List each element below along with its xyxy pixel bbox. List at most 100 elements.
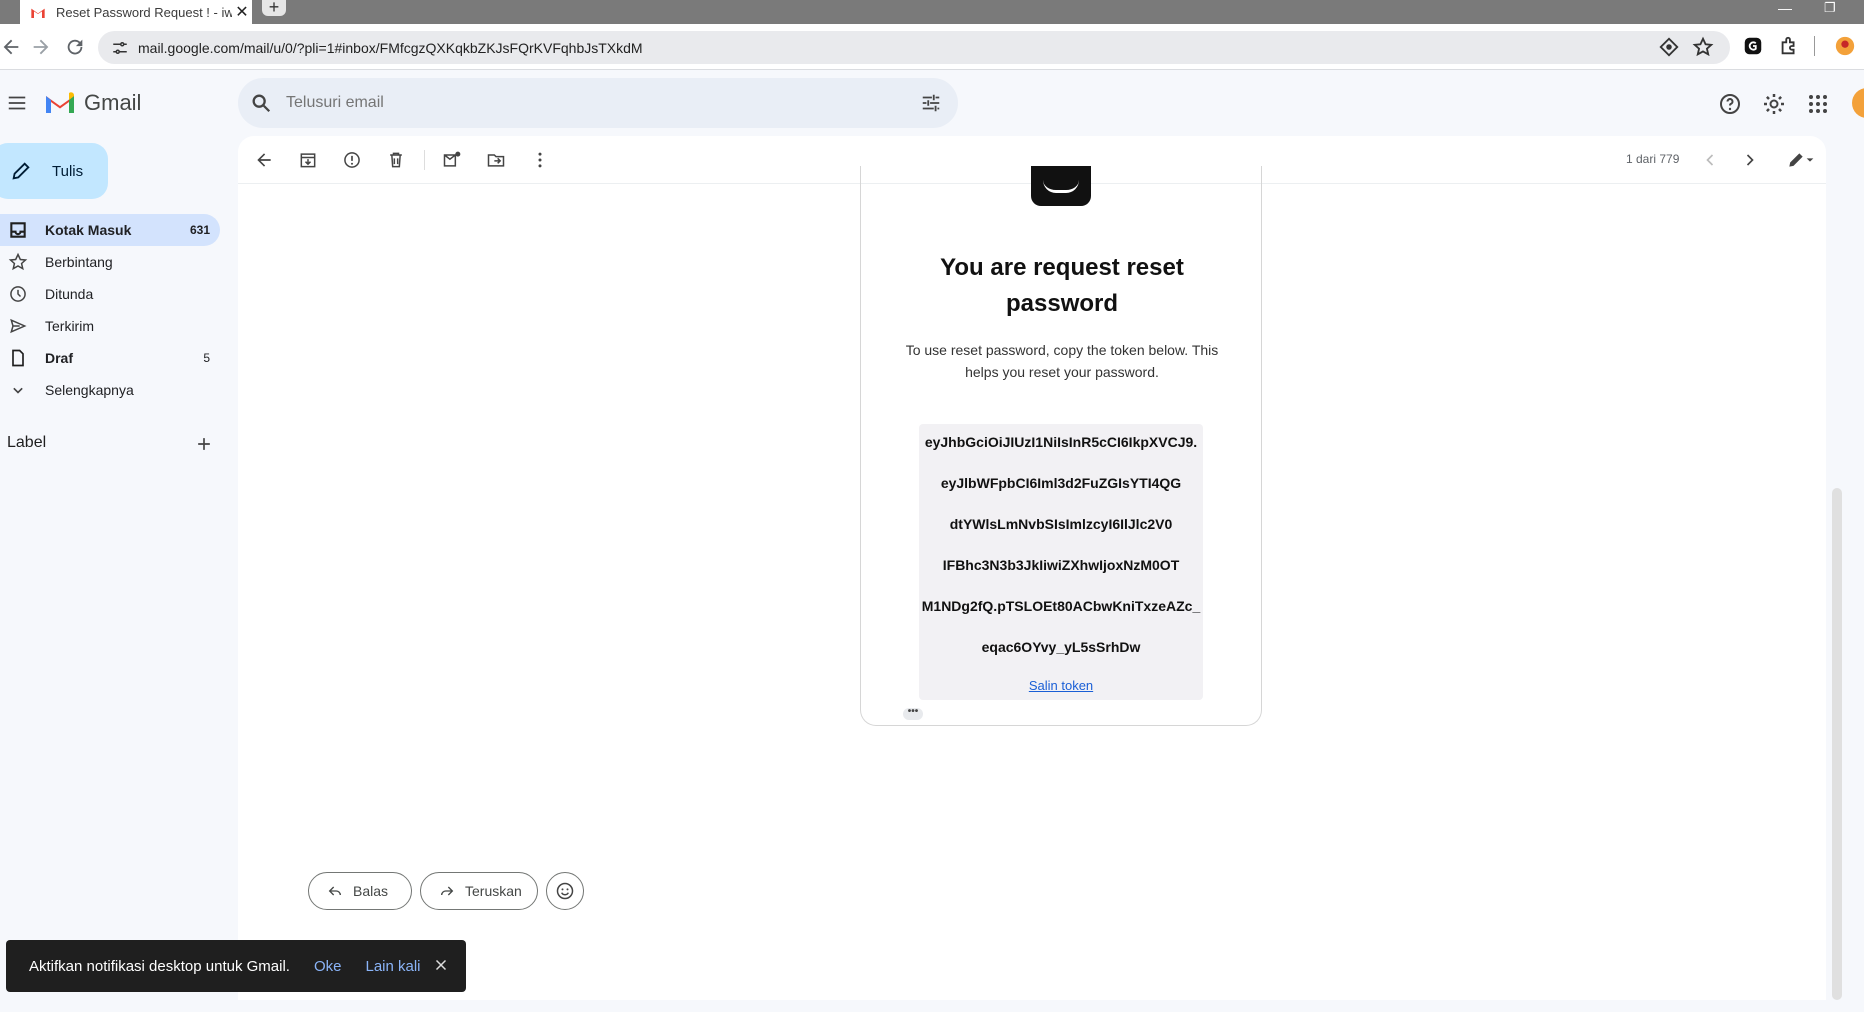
inbox-icon xyxy=(10,222,26,238)
gmail-header: Gmail xyxy=(0,70,1864,136)
search-options-icon[interactable] xyxy=(920,92,942,114)
send-icon xyxy=(10,318,27,334)
url-text: mail.google.com/mail/u/0/?pli=1#inbox/FM… xyxy=(138,39,643,56)
draft-count: 5 xyxy=(203,351,210,365)
compose-button[interactable]: Tulis xyxy=(0,143,108,199)
token-box: eyJhbGciOiJIUzI1NiIsInR5cCI6IkpXVCJ9. ey… xyxy=(919,424,1203,700)
page-counter: 1 dari 779 xyxy=(1626,152,1680,166)
apps-grid-icon[interactable] xyxy=(1806,92,1830,116)
sidebar-item-drafts[interactable]: Draf 5 xyxy=(0,342,220,374)
search-icon[interactable] xyxy=(250,92,272,114)
forward-arrow-icon[interactable] xyxy=(30,36,52,58)
email-heading-line1: You are request reset xyxy=(940,254,1184,281)
labels-header: Label xyxy=(7,434,47,451)
copy-token-link[interactable]: Salin token xyxy=(919,678,1203,693)
sidebar-item-label: Berbintang xyxy=(45,254,113,270)
emoji-react-button[interactable] xyxy=(546,872,584,910)
sidebar-item-label: Kotak Masuk xyxy=(45,222,132,238)
scrollbar[interactable] xyxy=(1832,488,1842,1000)
action-divider xyxy=(424,150,425,170)
sidebar-item-label: Draf xyxy=(45,350,74,366)
smiley-icon xyxy=(556,882,574,900)
archive-icon[interactable] xyxy=(298,150,318,170)
back-arrow-icon[interactable] xyxy=(0,36,22,58)
new-tab-button[interactable]: + xyxy=(262,0,286,16)
toolbar-divider xyxy=(1814,36,1815,56)
mark-unread-icon[interactable] xyxy=(442,150,462,170)
pencil-icon xyxy=(12,162,30,180)
snackbar-later-button[interactable]: Lain kali xyxy=(365,958,420,975)
profile-avatar-icon[interactable] xyxy=(1834,35,1856,57)
extensions-puzzle-icon[interactable] xyxy=(1778,35,1800,57)
token-line: M1NDg2fQ.pTSLOEt80ACbwKniTxzeAZc_ xyxy=(921,598,1201,614)
account-avatar[interactable] xyxy=(1852,88,1864,118)
search-input[interactable] xyxy=(286,94,886,112)
close-icon[interactable] xyxy=(432,956,450,974)
tab-title: Reset Password Request ! - iww xyxy=(56,4,232,20)
reply-arrow-icon xyxy=(328,886,341,896)
settings-gear-icon[interactable] xyxy=(1762,92,1786,116)
bookmark-star-icon[interactable] xyxy=(1692,36,1714,58)
compose-label: Tulis xyxy=(52,162,84,180)
newer-chevron-left-icon[interactable] xyxy=(1700,150,1720,170)
show-trimmed-content-button[interactable]: ••• xyxy=(903,707,923,720)
window-maximize-icon[interactable]: ❐ xyxy=(1824,0,1836,16)
tracking-protection-icon[interactable] xyxy=(1658,36,1680,58)
sidebar-item-label: Ditunda xyxy=(45,286,94,302)
reply-label: Balas xyxy=(353,883,389,899)
forward-label: Teruskan xyxy=(465,883,522,899)
clock-icon xyxy=(10,286,26,302)
token-line: eqac6OYvy_yL5sSrhDw xyxy=(981,639,1141,655)
brand-logo-icon xyxy=(1031,166,1091,206)
sidebar-item-sent[interactable]: Terkirim xyxy=(0,310,220,342)
gmail-logo[interactable]: Gmail xyxy=(44,90,141,116)
token-line: eyJlbWFpbCI6Iml3d2FuZGIsYTI4QG xyxy=(940,475,1182,491)
browser-tab[interactable]: Reset Password Request ! - iww ✕ xyxy=(20,0,252,24)
more-options-icon[interactable] xyxy=(530,150,550,170)
email-description: To use reset password, copy the token be… xyxy=(905,342,1219,380)
draft-file-icon xyxy=(12,349,24,367)
sidebar-item-starred[interactable]: Berbintang xyxy=(0,246,220,278)
search-bar[interactable] xyxy=(238,78,958,128)
sidebar-item-snoozed[interactable]: Ditunda xyxy=(0,278,220,310)
forward-arrow-icon xyxy=(441,886,454,896)
move-to-folder-icon[interactable] xyxy=(486,150,506,170)
gmail-favicon-icon xyxy=(31,8,45,18)
forward-button[interactable]: Teruskan xyxy=(420,872,538,910)
token-line: eyJhbGciOiJIUzI1NiIsInR5cCI6IkpXVCJ9. xyxy=(924,434,1198,450)
sidebar-item-more[interactable]: Selengkapnya xyxy=(0,374,220,406)
snackbar-message: Aktifkan notifikasi desktop untuk Gmail. xyxy=(29,957,290,975)
older-chevron-right-icon[interactable] xyxy=(1740,150,1760,170)
star-icon xyxy=(8,252,28,271)
reload-icon[interactable] xyxy=(64,36,86,58)
address-bar[interactable]: mail.google.com/mail/u/0/?pli=1#inbox/FM… xyxy=(98,31,1730,64)
sidebar-item-inbox[interactable]: Kotak Masuk 631 xyxy=(0,214,220,246)
delete-trash-icon[interactable] xyxy=(386,150,406,170)
sidebar-item-label: Terkirim xyxy=(45,318,94,334)
gmail-m-icon xyxy=(46,92,74,113)
token-line: IFBhc3N3b3JkIiwiZXhwIjoxNzM0OT xyxy=(942,557,1180,573)
help-icon[interactable] xyxy=(1718,92,1742,116)
email-body-card: You are request reset password To use re… xyxy=(860,166,1262,726)
snackbar-ok-button[interactable]: Oke xyxy=(314,958,342,975)
extension-grammar-icon[interactable] xyxy=(1742,35,1764,57)
window-minimize-icon[interactable]: — xyxy=(1778,0,1792,16)
main-menu-icon[interactable] xyxy=(6,92,28,114)
email-heading: You are request reset password xyxy=(861,250,1263,322)
token-line: dtYWlsLmNvbSIsImlzcyI6IlJlc2V0 xyxy=(949,516,1173,532)
unread-count: 631 xyxy=(189,223,210,237)
input-tools-pencil-icon[interactable] xyxy=(1786,150,1806,170)
notification-snackbar: Aktifkan notifikasi desktop untuk Gmail.… xyxy=(6,940,466,992)
site-info-icon[interactable] xyxy=(106,39,134,57)
gmail-logo-text: Gmail xyxy=(84,90,142,115)
back-to-inbox-icon[interactable] xyxy=(254,150,274,170)
input-tools-dropdown-icon[interactable] xyxy=(1804,150,1816,170)
add-label-plus-icon[interactable] xyxy=(194,434,214,454)
browser-tab-strip: Reset Password Request ! - iww ✕ + — ❐ xyxy=(0,0,1864,24)
sidebar-item-label: Selengkapnya xyxy=(45,382,134,398)
reply-button[interactable]: Balas xyxy=(308,872,412,910)
tab-close-icon[interactable]: ✕ xyxy=(232,2,252,22)
browser-toolbar: mail.google.com/mail/u/0/?pli=1#inbox/FM… xyxy=(0,24,1864,70)
message-pane: 1 dari 779 You are request reset passwor… xyxy=(238,136,1826,1000)
report-spam-icon[interactable] xyxy=(342,150,362,170)
